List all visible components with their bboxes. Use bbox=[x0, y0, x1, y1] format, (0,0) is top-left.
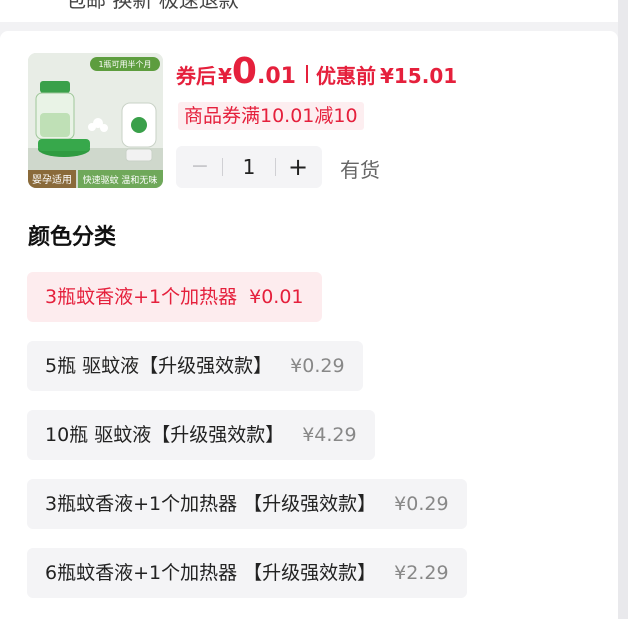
previous-section-text: 包邮 换新 极速退款 bbox=[66, 0, 239, 12]
variant-price: ¥2.29 bbox=[394, 562, 449, 584]
original-price-label: 优惠前 bbox=[315, 64, 376, 88]
price-row: 券后 ¥0.01 优惠前 ¥15.01 bbox=[176, 51, 458, 92]
variant-price: ¥0.29 bbox=[394, 493, 449, 515]
price-integer: 0 bbox=[231, 51, 257, 92]
currency-symbol: ¥ bbox=[218, 64, 232, 88]
variant-price: ¥4.29 bbox=[302, 424, 357, 446]
sku-sheet: 1瓶可用半个月 婴孕适用 快速驱蚊 温和无味 券后 ¥0.01 优惠前 ¥15.01 bbox=[0, 31, 618, 619]
price-decimal: .01 bbox=[256, 64, 296, 89]
price-divider bbox=[305, 65, 308, 83]
page-edge bbox=[618, 0, 628, 619]
variant-label: 6瓶蚊香液+1个加热器 【升级强效款】 bbox=[45, 562, 377, 584]
variant-section-title: 颜色分类 bbox=[28, 225, 117, 250]
variant-label: 5瓶 驱蚊液【升级强效款】 bbox=[45, 355, 273, 377]
decrease-button[interactable]: − bbox=[178, 146, 222, 188]
coupon-tag: 商品券满10.01减10 bbox=[178, 102, 364, 130]
quantity-value[interactable]: 1 bbox=[223, 146, 275, 188]
increase-button[interactable]: + bbox=[276, 146, 320, 188]
variant-option[interactable]: 10瓶 驱蚊液【升级强效款】 ¥4.29 bbox=[27, 410, 375, 460]
product-image: 1瓶可用半个月 婴孕适用 快速驱蚊 温和无味 bbox=[28, 53, 163, 188]
variant-label: 10瓶 驱蚊液【升级强效款】 bbox=[45, 424, 285, 446]
image-tag-text: 婴孕适用 bbox=[32, 174, 72, 186]
variant-price: ¥0.29 bbox=[290, 355, 345, 377]
stock-status: 有货 bbox=[340, 158, 380, 182]
variant-option[interactable]: 3瓶蚊香液+1个加热器 【升级强效款】 ¥0.29 bbox=[27, 479, 467, 529]
image-badge-text: 1瓶可用半个月 bbox=[98, 59, 151, 69]
variant-option[interactable]: 3瓶蚊香液+1个加热器 ¥0.01 bbox=[27, 272, 322, 322]
previous-section-card: 包邮 换新 极速退款 bbox=[0, 0, 618, 22]
variant-label: 3瓶蚊香液+1个加热器 【升级强效款】 bbox=[45, 493, 377, 515]
quantity-stepper: − 1 + bbox=[176, 146, 322, 188]
variant-label: 3瓶蚊香液+1个加热器 bbox=[45, 286, 238, 308]
variant-option[interactable]: 6瓶蚊香液+1个加热器 【升级强效款】 ¥2.29 bbox=[27, 548, 467, 598]
after-coupon-label: 券后 bbox=[176, 64, 216, 88]
product-thumbnail[interactable]: 1瓶可用半个月 婴孕适用 快速驱蚊 温和无味 bbox=[28, 53, 163, 188]
original-price: ¥15.01 bbox=[379, 64, 458, 88]
variant-option[interactable]: 5瓶 驱蚊液【升级强效款】 ¥0.29 bbox=[27, 341, 363, 391]
variant-price: ¥0.01 bbox=[249, 286, 304, 308]
image-tag-text: 快速驱蚊 温和无味 bbox=[83, 174, 158, 186]
